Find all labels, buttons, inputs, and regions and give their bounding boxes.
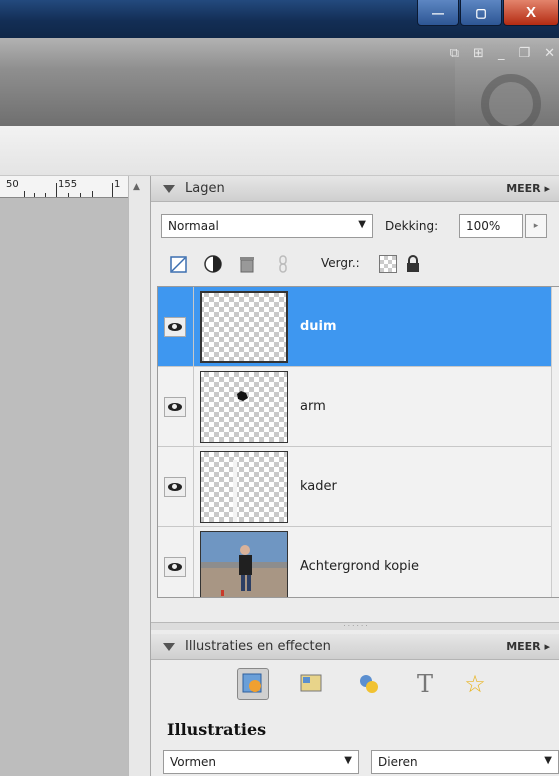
person-photo-icon [201, 532, 287, 597]
layers-panel-header[interactable]: Lagen MEER ▸ [151, 176, 559, 202]
image-canvas-area[interactable] [0, 198, 128, 776]
visibility-cell[interactable] [158, 287, 194, 367]
doc-close-icon[interactable]: ✕ [544, 46, 555, 61]
canvas-scrollbar[interactable]: ▲ [128, 176, 150, 776]
maximize-button[interactable]: ▢ [460, 0, 502, 26]
adjustment-layer-icon[interactable] [203, 254, 223, 274]
blend-row: Normaal ▼ Dekking: 100% ▸ [161, 214, 553, 240]
lock-transparency-icon[interactable] [379, 255, 397, 273]
eye-icon[interactable] [164, 477, 186, 497]
scroll-up-icon[interactable]: ▲ [133, 182, 140, 192]
illustrations-section-title: Illustraties [167, 720, 267, 739]
panel-resize-handle[interactable]: · · · · · · [151, 622, 559, 630]
effects-categories: T ☆ [151, 666, 559, 702]
ruler-label: 1 [114, 179, 121, 190]
eye-icon[interactable] [164, 557, 186, 577]
new-layer-icon[interactable] [169, 254, 189, 274]
eye-icon[interactable] [164, 317, 186, 337]
artwork-icon[interactable] [237, 668, 269, 700]
layers-panel-title: Lagen [185, 181, 225, 196]
panel-bin: Lagen MEER ▸ Normaal ▼ Dekking: 100% ▸ V… [150, 176, 559, 776]
doc-minimize-icon[interactable]: _ [498, 46, 505, 61]
layers-list[interactable]: duim arm kader Achtergrond kopie [157, 286, 559, 598]
subcategory-value: Dieren [378, 755, 418, 769]
blend-mode-value: Normaal [168, 219, 219, 233]
visibility-cell[interactable] [158, 367, 194, 447]
window-titlebar: — ▢ X [0, 0, 559, 38]
effects-more-button[interactable]: MEER ▸ [506, 640, 550, 653]
visibility-cell[interactable] [158, 527, 194, 597]
collapse-triangle-icon[interactable] [163, 184, 175, 193]
frame-shape-icon [233, 460, 237, 522]
ruler-label: 50 [6, 179, 19, 190]
category-value: Vormen [170, 755, 217, 769]
category-select[interactable]: Vormen ▼ [163, 750, 359, 774]
subcategory-select[interactable]: Dieren ▼ [371, 750, 559, 774]
tile-windows-icon[interactable]: ⧉ [450, 46, 459, 61]
opacity-field[interactable]: 100% [459, 214, 523, 238]
theme-icon[interactable] [295, 668, 327, 700]
visibility-cell[interactable] [158, 447, 194, 527]
chevron-down-icon: ▼ [358, 219, 366, 230]
link-layers-icon[interactable] [273, 254, 293, 274]
ruler-label: 155 [58, 179, 78, 190]
layer-row-duim[interactable]: duim [158, 287, 553, 367]
filter-icon[interactable] [353, 668, 385, 700]
eye-icon[interactable] [164, 397, 186, 417]
layer-thumbnail [200, 451, 288, 523]
window-controls: — ▢ X [416, 0, 559, 28]
layers-scrollbar[interactable] [551, 287, 559, 597]
options-bar [0, 126, 559, 176]
document-window-controls: ⧉ ⊞ _ ❐ ✕ [450, 46, 555, 61]
layer-row-arm[interactable]: arm [158, 367, 553, 447]
delete-layer-icon[interactable] [237, 254, 257, 274]
chevron-down-icon: ▼ [544, 755, 552, 766]
layer-row-achtergrond-kopie[interactable]: Achtergrond kopie [158, 527, 553, 597]
horizontal-ruler: 50 155 1 [0, 176, 128, 198]
photo-thumbnail [200, 531, 288, 597]
arm-shape-icon [237, 391, 248, 401]
favorites-star-icon[interactable]: ☆ [459, 668, 491, 700]
layers-more-button[interactable]: MEER ▸ [506, 182, 550, 195]
layer-row-kader[interactable]: kader [158, 447, 553, 527]
opacity-stepper[interactable]: ▸ [525, 214, 547, 238]
collapse-triangle-icon[interactable] [163, 642, 175, 651]
lock-icon[interactable] [403, 254, 423, 274]
chevron-down-icon: ▼ [344, 755, 352, 766]
layer-tools-row: Vergr.: [169, 252, 549, 278]
layer-name: Achtergrond kopie [300, 559, 420, 574]
grid-windows-icon[interactable]: ⊞ [473, 46, 484, 61]
opacity-value: 100% [466, 219, 501, 233]
layer-name: kader [300, 479, 337, 494]
opacity-label: Dekking: [385, 219, 439, 233]
blend-mode-select[interactable]: Normaal ▼ [161, 214, 373, 238]
app-header: ⧉ ⊞ _ ❐ ✕ [0, 38, 559, 126]
text-effects-icon[interactable]: T [409, 668, 441, 700]
layer-thumbnail [200, 371, 288, 443]
doc-restore-icon[interactable]: ❐ [518, 46, 530, 61]
effects-panel-header[interactable]: Illustraties en effecten MEER ▸ [151, 634, 559, 660]
effects-panel-title: Illustraties en effecten [185, 639, 331, 654]
layer-thumbnail [200, 291, 288, 363]
layer-name: duim [300, 319, 337, 334]
lock-label: Vergr.: [321, 256, 360, 270]
minimize-button[interactable]: — [417, 0, 459, 26]
close-window-button[interactable]: X [503, 0, 559, 26]
layer-name: arm [300, 399, 326, 414]
